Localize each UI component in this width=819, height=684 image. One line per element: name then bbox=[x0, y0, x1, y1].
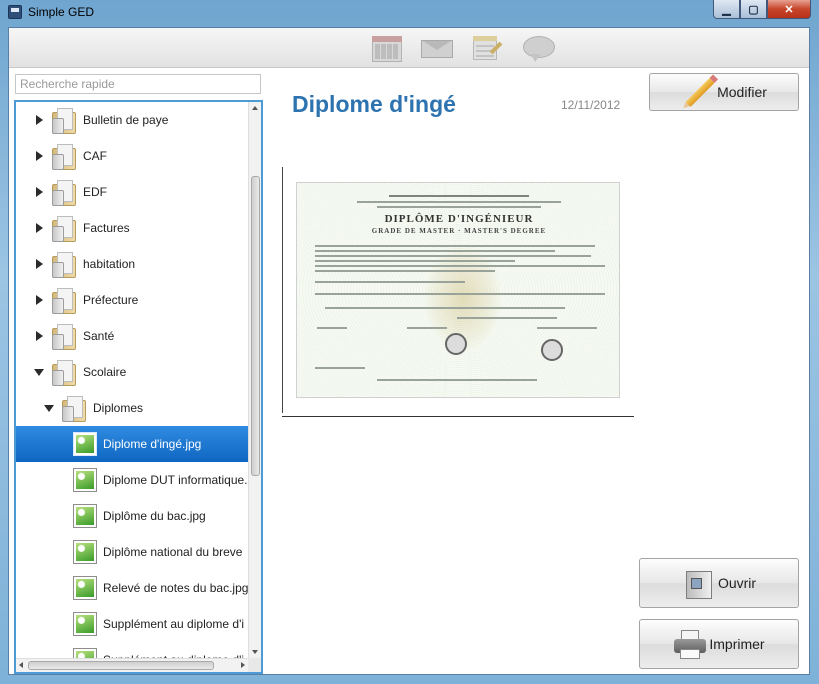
tree-folder-item[interactable]: Factures bbox=[16, 210, 248, 246]
window-controls: ▁ ▢ ✕ bbox=[713, 0, 811, 20]
folder-icon bbox=[52, 178, 78, 206]
collapsed-arrow-icon[interactable] bbox=[36, 295, 43, 305]
close-button[interactable]: ✕ bbox=[767, 0, 811, 19]
scroll-down-icon[interactable] bbox=[252, 650, 258, 654]
comment-icon[interactable] bbox=[523, 34, 555, 62]
tree-item-label: Diplôme du bac.jpg bbox=[103, 509, 206, 523]
tree-item-label: Supplément au diplome d'i bbox=[103, 617, 245, 631]
horizontal-scrollbar[interactable] bbox=[16, 658, 248, 672]
tree-item-label: Diplome d'ingé.jpg bbox=[103, 437, 202, 451]
maximize-button[interactable]: ▢ bbox=[740, 0, 767, 19]
collapsed-arrow-icon[interactable] bbox=[36, 151, 43, 161]
scrollbar-corner bbox=[248, 658, 261, 672]
tree-item-label: Santé bbox=[83, 329, 115, 343]
image-file-icon bbox=[73, 468, 97, 492]
imprimer-label: Imprimer bbox=[709, 636, 765, 652]
scroll-left-icon[interactable] bbox=[19, 662, 23, 668]
tree-item-label: habitation bbox=[83, 257, 136, 271]
tree-item-label: Factures bbox=[83, 221, 130, 235]
collapsed-arrow-icon[interactable] bbox=[36, 187, 43, 197]
folder-icon bbox=[52, 250, 78, 278]
search-input[interactable] bbox=[15, 74, 261, 94]
tree-item-label: Diplomes bbox=[93, 401, 144, 415]
calendar-icon[interactable] bbox=[371, 34, 403, 62]
tree-file-item[interactable]: Relevé de notes du bac.jpg bbox=[16, 570, 248, 606]
image-file-icon bbox=[73, 576, 97, 600]
tree-item-label: Diplôme national du breve bbox=[103, 545, 243, 559]
folder-icon bbox=[52, 142, 78, 170]
title-bar[interactable]: Simple GED ▁ ▢ ✕ bbox=[0, 0, 819, 26]
expanded-arrow-icon[interactable] bbox=[34, 369, 44, 376]
tree-folder-item[interactable]: Scolaire bbox=[16, 354, 248, 390]
note-icon[interactable] bbox=[471, 34, 503, 62]
collapsed-arrow-icon[interactable] bbox=[36, 331, 43, 341]
vertical-scrollbar[interactable] bbox=[248, 102, 261, 658]
client-area: Bulletin de paye CAF EDF Factures habitation… bbox=[8, 27, 810, 675]
tree-item-label: Diplome DUT informatique. bbox=[103, 473, 248, 487]
mail-icon[interactable] bbox=[421, 34, 453, 62]
image-file-icon bbox=[73, 432, 97, 456]
folder-icon bbox=[52, 358, 78, 386]
modifier-label: Modifier bbox=[717, 84, 767, 100]
app-window: Simple GED ▁ ▢ ✕ Bulletin d bbox=[0, 0, 819, 684]
scroll-up-icon[interactable] bbox=[252, 106, 258, 110]
tree-folder-item[interactable]: CAF bbox=[16, 138, 248, 174]
app-icon bbox=[8, 5, 22, 19]
folder-icon bbox=[52, 106, 78, 134]
imprimer-button[interactable]: Imprimer bbox=[639, 619, 799, 669]
folder-icon bbox=[62, 394, 88, 422]
document-preview[interactable]: DIPLÔME D'INGÉNIEUR GRADE DE MASTER · MA… bbox=[282, 165, 634, 417]
tree-item-label: EDF bbox=[83, 185, 107, 199]
tree-folder-item[interactable]: Préfecture bbox=[16, 282, 248, 318]
tree-item-label: Préfecture bbox=[83, 293, 139, 307]
tree-item-label: Scolaire bbox=[83, 365, 127, 379]
collapsed-arrow-icon[interactable] bbox=[36, 259, 43, 269]
printer-icon bbox=[673, 628, 707, 660]
folder-tree: Bulletin de paye CAF EDF Factures habitation… bbox=[14, 100, 263, 674]
expanded-arrow-icon[interactable] bbox=[44, 405, 54, 412]
tree-folder-item[interactable]: habitation bbox=[16, 246, 248, 282]
scroll-right-icon[interactable] bbox=[241, 662, 245, 668]
folder-icon bbox=[52, 214, 78, 242]
image-file-icon bbox=[73, 504, 97, 528]
tree-file-item[interactable]: Diplôme national du breve bbox=[16, 534, 248, 570]
window-title: Simple GED bbox=[28, 5, 95, 19]
document-title: Diplome d'ingé bbox=[292, 91, 456, 117]
open-document-icon bbox=[682, 567, 714, 599]
image-file-icon bbox=[73, 540, 97, 564]
certificate-image: DIPLÔME D'INGÉNIEUR GRADE DE MASTER · MA… bbox=[296, 182, 620, 398]
tree-folder-item[interactable]: Diplomes bbox=[16, 390, 248, 426]
folder-icon bbox=[52, 322, 78, 350]
folder-icon bbox=[52, 286, 78, 314]
tree-folder-item[interactable]: Bulletin de paye bbox=[16, 102, 248, 138]
tree-file-item[interactable]: Diplome d'ingé.jpg bbox=[16, 426, 248, 462]
horizontal-scroll-thumb[interactable] bbox=[28, 661, 214, 670]
document-date: 12/11/2012 bbox=[561, 98, 621, 112]
image-file-icon bbox=[73, 612, 97, 636]
tree-folder-item[interactable]: EDF bbox=[16, 174, 248, 210]
tree-file-item[interactable]: Diplome DUT informatique. bbox=[16, 462, 248, 498]
collapsed-arrow-icon[interactable] bbox=[36, 223, 43, 233]
tree-file-item[interactable]: Supplément au diplome d'i bbox=[16, 606, 248, 642]
ouvrir-label: Ouvrir bbox=[717, 575, 757, 591]
ouvrir-button[interactable]: Ouvrir bbox=[639, 558, 799, 608]
modifier-button[interactable]: Modifier bbox=[649, 73, 799, 111]
pencil-icon bbox=[681, 76, 715, 108]
certificate-heading: DIPLÔME D'INGÉNIEUR bbox=[384, 213, 534, 225]
tree-item-label: CAF bbox=[83, 149, 107, 163]
tree-file-item[interactable]: Diplôme du bac.jpg bbox=[16, 498, 248, 534]
tree-item-label: Bulletin de paye bbox=[83, 113, 169, 127]
toolbar bbox=[9, 28, 809, 68]
collapsed-arrow-icon[interactable] bbox=[36, 115, 43, 125]
certificate-subheading: GRADE DE MASTER · MASTER'S DEGREE bbox=[371, 227, 547, 235]
tree-folder-item[interactable]: Santé bbox=[16, 318, 248, 354]
vertical-scroll-thumb[interactable] bbox=[251, 176, 260, 476]
minimize-button[interactable]: ▁ bbox=[713, 0, 740, 19]
tree-item-label: Relevé de notes du bac.jpg bbox=[103, 581, 249, 595]
